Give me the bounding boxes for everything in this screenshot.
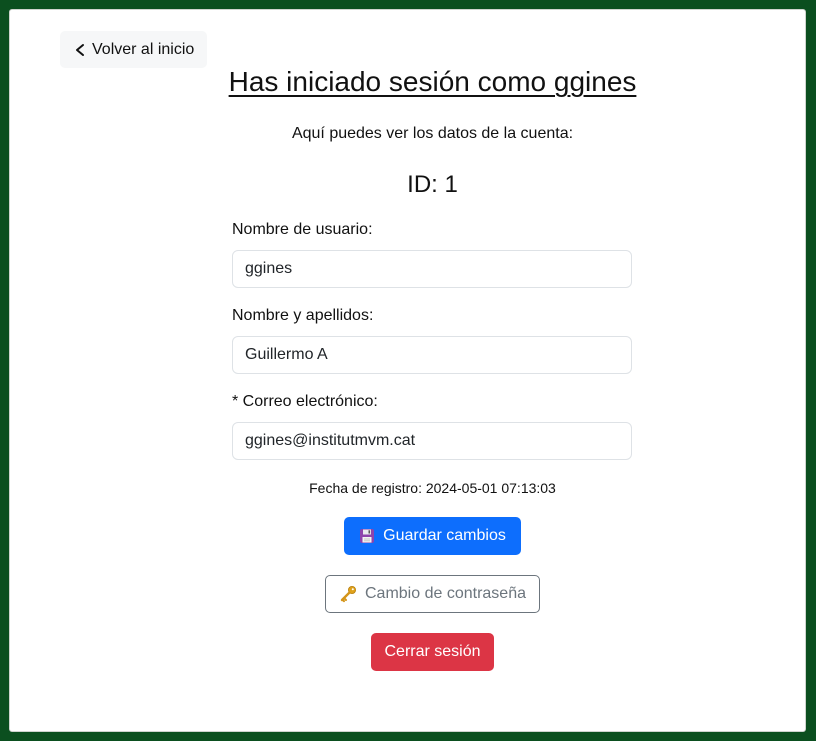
chevron-left-icon — [74, 42, 91, 58]
username-label: Nombre de usuario: — [232, 221, 373, 238]
page-title: Has iniciado sesión como ggines — [228, 66, 637, 97]
fullname-field[interactable] — [232, 336, 632, 374]
floppy-disk-icon — [359, 528, 375, 544]
registration-date: Fecha de registro: 2024-05-01 07:13:03 — [309, 480, 556, 496]
email-field[interactable] — [232, 422, 632, 460]
key-icon — [339, 585, 357, 603]
save-changes-button[interactable]: Guardar cambios — [344, 517, 521, 555]
account-card: Volver al inicio Has iniciado sesión com… — [9, 9, 806, 732]
back-button-label: Volver al inicio — [92, 40, 195, 58]
fullname-label: Nombre y apellidos: — [232, 307, 374, 324]
back-to-home-button[interactable]: Volver al inicio — [60, 31, 208, 68]
page-subtitle: Aquí puedes ver los datos de la cuenta: — [291, 125, 574, 142]
logout-label: Cerrar sesión — [384, 643, 481, 660]
email-label: * Correo electrónico: — [232, 393, 378, 410]
logout-button[interactable]: Cerrar sesión — [371, 633, 494, 671]
change-password-button[interactable]: Cambio de contraseña — [325, 575, 540, 613]
username-field[interactable] — [232, 250, 632, 288]
change-password-label: Cambio de contraseña — [365, 585, 526, 602]
account-id: ID: 1 — [407, 171, 458, 198]
save-changes-label: Guardar cambios — [383, 527, 506, 544]
